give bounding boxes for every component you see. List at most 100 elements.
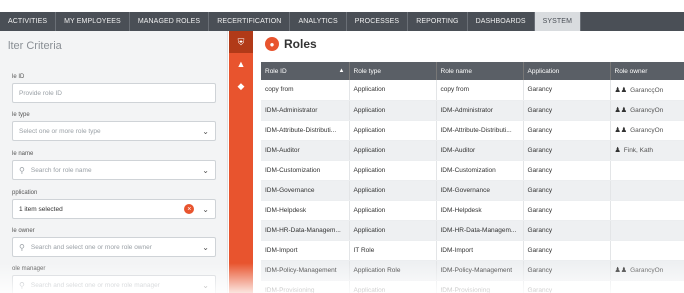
table-row[interactable]: IDM-Administrator Application IDM-Administ… — [261, 100, 684, 121]
cell-type: Application — [349, 280, 437, 293]
role-manager-input[interactable]: ⚲ Search and select one or more role man… — [12, 275, 216, 293]
cell-name: IDM-Helpdesk — [436, 200, 524, 221]
cell-owner — [610, 200, 684, 221]
table-row[interactable]: IDM-Governance Application IDM-Governance G… — [261, 180, 684, 201]
cell-id: IDM-HR-Data-Managem... — [261, 220, 350, 241]
nav-tab-managed-roles[interactable]: MANAGED ROLES — [130, 12, 210, 31]
tag-icon[interactable]: ◆ — [229, 75, 253, 97]
cell-name: copy from — [436, 80, 524, 101]
cell-type: Application — [349, 180, 437, 201]
cell-app: Garancy — [523, 260, 611, 281]
table-row[interactable]: IDM-Attribute-Distributi... Application ID… — [261, 120, 684, 141]
column-header-role-name[interactable]: Role name — [436, 62, 524, 80]
cell-id: copy from — [261, 80, 350, 101]
nav-tab-analytics[interactable]: ANALYTICS — [290, 12, 347, 31]
owner-name: Fink, Kath — [623, 147, 654, 154]
nav-tab-activities[interactable]: ACTIVITIES — [0, 12, 57, 31]
nav-tab-processes[interactable]: PROCESSES — [347, 12, 409, 31]
owner-name: GarancyOn — [630, 107, 664, 114]
cell-type: Application Role — [349, 260, 437, 281]
nav-tab-recertification[interactable]: RECERTIFICATION — [209, 12, 291, 31]
application-value: 1 item selected — [19, 205, 63, 213]
page-title: ● Roles — [265, 37, 317, 51]
cell-app: Garancy — [523, 240, 611, 261]
cell-app: Garancy — [523, 120, 611, 141]
table-row[interactable]: IDM-HR-Data-Managem... Application IDM-HR-… — [261, 220, 684, 241]
cell-type: IT Role — [349, 240, 437, 261]
cell-type: Application — [349, 120, 437, 141]
cell-app: Garancy — [523, 200, 611, 221]
cell-id: IDM-Import — [261, 240, 350, 261]
table-row[interactable]: IDM-Policy-Management Application Role IDM… — [261, 260, 684, 281]
cell-id: IDM-Provisioning — [261, 280, 350, 293]
filter-title: lter Criteria — [8, 40, 62, 52]
group-icon: ♟♟ — [614, 107, 628, 114]
table-row[interactable]: IDM-Customization Application IDM-Customiz… — [261, 160, 684, 181]
role-id-input[interactable]: Provide role ID — [12, 83, 216, 103]
cell-name: IDM-Policy-Management — [436, 260, 524, 281]
column-header-role-owner[interactable]: Role owner — [610, 62, 684, 80]
person-icon: ♟ — [614, 147, 621, 154]
group-icon: ♟♟ — [614, 267, 628, 274]
chevron-down-icon: ⌄ — [202, 204, 209, 214]
cell-id: IDM-Policy-Management — [261, 260, 350, 281]
table-row[interactable]: IDM-Import IT Role IDM-Import Garancy — [261, 240, 684, 261]
cell-id: IDM-Attribute-Distributi... — [261, 120, 350, 141]
role-name-input[interactable]: ⚲ Search for role name ⌄ — [12, 160, 216, 180]
cell-app: Garancy — [523, 160, 611, 181]
role-type-placeholder: Select one or more role type — [19, 127, 101, 135]
owner-name: GarancyOn — [630, 127, 664, 134]
chevron-down-icon: ⌄ — [202, 126, 209, 136]
cell-app: Garancy — [523, 140, 611, 161]
nav-tab-reporting[interactable]: REPORTING — [408, 12, 468, 31]
cell-owner: ♟♟ GarancçOn — [610, 80, 684, 101]
nav-tab-dashboards[interactable]: DASHBOARDS — [468, 12, 535, 31]
owner-name: GarancçOn — [630, 86, 664, 94]
table-row[interactable]: IDM-Auditor Application IDM-Auditor Garancy… — [261, 140, 684, 161]
chevron-down-icon: ⌄ — [202, 280, 209, 290]
cell-owner — [610, 160, 684, 181]
cell-type: Application — [349, 220, 437, 241]
cell-type: Application — [349, 160, 437, 181]
cell-app: Garancy — [523, 100, 611, 121]
clear-icon[interactable]: × — [184, 204, 195, 214]
cell-name: IDM-HR-Data-Managem... — [436, 220, 524, 241]
cell-app: Garancy — [523, 220, 611, 241]
cell-name: IDM-Import — [436, 240, 524, 261]
cell-owner: ♟ Fink, Kath — [610, 140, 684, 161]
table-row[interactable]: IDM-Provisioning Application IDM-Provision… — [261, 280, 684, 293]
shield-icon[interactable]: ⛨ — [229, 31, 253, 53]
cell-app: Garancy — [523, 180, 611, 201]
chevron-down-icon: ⌄ — [202, 165, 209, 175]
main-content: ● Roles Role ID ▲ Role type Role name App… — [253, 31, 684, 293]
owner-name: GarancyOn — [630, 267, 664, 274]
role-name-placeholder: Search for role name — [30, 166, 92, 174]
cell-type: Application — [349, 200, 437, 221]
nav-tab-my-employees[interactable]: MY EMPLOYEES — [56, 12, 130, 31]
cell-type: Application — [349, 100, 437, 121]
side-rail: ⛨ ▲ ◆ — [229, 31, 253, 293]
chevron-down-icon: ⌄ — [202, 242, 209, 252]
role-type-label: le type — [12, 112, 30, 118]
table-row[interactable]: IDM-Helpdesk Application IDM-Helpdesk Garan… — [261, 200, 684, 221]
cell-owner — [610, 220, 684, 241]
role-owner-input[interactable]: ⚲ Search and select one or more role own… — [12, 237, 216, 257]
cell-owner: ♟♟ GarancyOn — [610, 120, 684, 141]
role-owner-label: le owner — [12, 228, 35, 234]
cell-type: Application — [349, 140, 437, 161]
column-header-role-id[interactable]: Role ID ▲ — [261, 62, 350, 80]
cell-app: Garancy — [523, 280, 611, 293]
column-header-role-type[interactable]: Role type — [349, 62, 437, 80]
nav-tab-system[interactable]: SYSTEM — [534, 12, 582, 31]
cell-type: Application — [349, 80, 437, 101]
group-icon: ♟♟ — [614, 86, 628, 94]
column-header-application[interactable]: Application — [523, 62, 611, 80]
cell-id: IDM-Customization — [261, 160, 350, 181]
table-row[interactable]: copy from Application copy from Garancy ♟♟ Ga… — [261, 80, 684, 101]
cell-app: Garancy — [523, 80, 611, 101]
roles-logo-icon: ● — [265, 37, 279, 51]
role-owner-placeholder: Search and select one or more role owner — [30, 243, 152, 251]
application-select[interactable]: 1 item selected × ⌄ — [12, 199, 216, 219]
role-type-select[interactable]: Select one or more role type ⌄ — [12, 121, 216, 141]
sitemap-icon[interactable]: ▲ — [229, 53, 253, 75]
